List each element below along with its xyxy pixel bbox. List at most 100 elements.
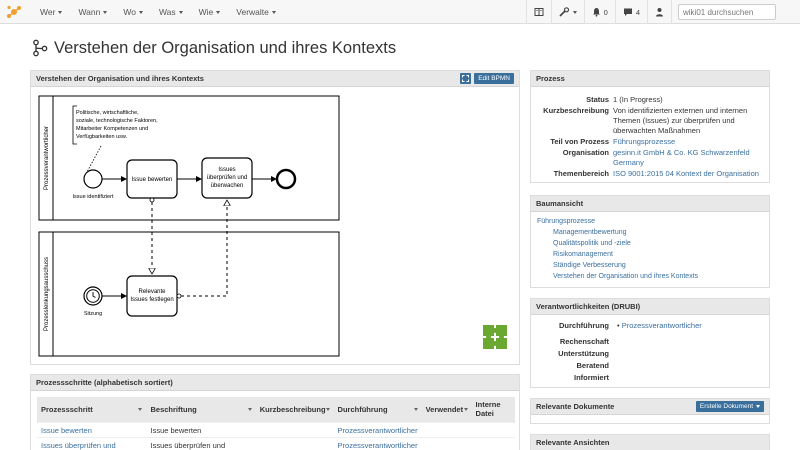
caret-down-icon bbox=[58, 10, 63, 14]
lane1-label: Prozessverantwortlicher bbox=[44, 126, 50, 190]
tree-item[interactable]: Ständige Verbesserung bbox=[553, 262, 626, 269]
message-flow[interactable] bbox=[150, 197, 154, 274]
comments-count: 4 bbox=[635, 7, 640, 17]
task-issue-bewerten[interactable]: Issue bewerten bbox=[126, 159, 178, 199]
menu-was[interactable]: Was bbox=[151, 0, 191, 24]
tree-root-link[interactable]: Führungsprozesse bbox=[537, 218, 595, 225]
documents-panel-title: Relevante Dokumente bbox=[536, 402, 615, 411]
create-document-button[interactable]: Erstelle Dokument bbox=[695, 401, 764, 412]
annotation-line: Mitarbeiter Kompetenzen und bbox=[76, 126, 148, 132]
desc-line: Themen (Issues) zur überprüfen und bbox=[613, 116, 735, 125]
col-interne-datei[interactable]: Interne Datei bbox=[471, 397, 515, 422]
part-link[interactable]: Führungsprozesse bbox=[613, 137, 675, 146]
menu-verwalte[interactable]: Verwalte bbox=[228, 0, 284, 24]
process-icon bbox=[33, 39, 48, 57]
menu-wie[interactable]: Wie bbox=[191, 0, 229, 24]
diagram-actions: Edit BPMN bbox=[457, 73, 514, 84]
menu-wer[interactable]: Wer bbox=[32, 0, 70, 24]
main-menu: Wer Wann Wo Was Wie Verwalte bbox=[32, 0, 284, 24]
drubi-panel: Verantwortlichkeiten (DRUBI) Durchführun… bbox=[530, 298, 770, 388]
step-link[interactable]: Issue bewerten bbox=[41, 426, 92, 435]
tree-item[interactable]: Verstehen der Organisation und ihres Kon… bbox=[553, 273, 698, 280]
col-durchfuehrung[interactable]: Durchführung bbox=[333, 397, 422, 422]
user-button[interactable] bbox=[647, 0, 671, 24]
informiert-label: Informiert bbox=[573, 373, 609, 382]
lane2-label: Prozesslenkungsausschuss bbox=[44, 257, 50, 331]
col-label: Beschriftung bbox=[150, 404, 197, 414]
col-label: Interne Datei bbox=[475, 400, 501, 419]
menu-label: Verwalte bbox=[236, 7, 269, 17]
start-event-label: Issue identifiziert bbox=[73, 194, 114, 200]
step-desc bbox=[255, 421, 334, 437]
book-button[interactable] bbox=[525, 0, 551, 24]
edit-bpmn-button[interactable]: Edit BPMN bbox=[474, 73, 514, 84]
notifications-count: 0 bbox=[603, 7, 608, 17]
country-link[interactable]: Germany bbox=[613, 158, 644, 167]
step-owner-link[interactable]: Prozessverantwortlicher bbox=[338, 426, 418, 435]
comments-button[interactable]: 4 bbox=[614, 0, 647, 24]
menu-wo[interactable]: Wo bbox=[115, 0, 151, 24]
tree-item[interactable]: Qualitätspolitik und -ziele bbox=[553, 240, 631, 247]
task-issues-ueberpruefen[interactable]: Issues überprüfen und überwachen bbox=[201, 157, 253, 199]
start-event[interactable]: Issue identifiziert bbox=[73, 169, 114, 200]
diagram-panel-header: Verstehen der Organisation und ihres Kon… bbox=[31, 71, 519, 87]
menu-label: Wo bbox=[123, 7, 136, 17]
step-owner-link[interactable]: Prozessverantwortlicher bbox=[338, 441, 418, 450]
diagram-panel: Verstehen der Organisation und ihres Kon… bbox=[30, 70, 520, 365]
create-document-label: Erstelle Dokument bbox=[699, 403, 753, 410]
bpmn-diagram[interactable]: Prozessverantwortlicher Prozesslenkungsa… bbox=[31, 88, 519, 364]
informiert-row: Informiert bbox=[531, 373, 771, 382]
col-prozessschritt[interactable]: Prozessschritt bbox=[37, 397, 147, 422]
org-row: Organisation gesinn.it GmbH & Co. KG Sch… bbox=[531, 148, 771, 168]
drubi-panel-title: Verantwortlichkeiten (DRUBI) bbox=[536, 302, 641, 311]
step-file bbox=[471, 436, 515, 450]
caret-down-icon bbox=[178, 10, 183, 14]
wiki-logo-icon[interactable] bbox=[6, 4, 22, 20]
step-label: Issue bewerten bbox=[146, 421, 256, 437]
timer-event-label: Sitzung bbox=[84, 311, 102, 317]
tools-button[interactable] bbox=[550, 0, 584, 24]
step-link[interactable]: Issues überprüfen und bbox=[41, 441, 116, 450]
wrench-icon bbox=[559, 7, 569, 17]
steps-table: Prozessschritt Beschriftung Kurzbeschrei… bbox=[37, 397, 515, 450]
expand-icon bbox=[462, 75, 470, 82]
fullscreen-button[interactable] bbox=[460, 73, 472, 84]
col-beschriftung[interactable]: Beschriftung bbox=[146, 397, 256, 422]
table-row: Issues überprüfen und Issues überprüfen … bbox=[37, 436, 515, 450]
menu-label: Wann bbox=[78, 7, 101, 17]
durchfuehrung-link[interactable]: Prozessverantwortlicher bbox=[622, 321, 702, 330]
menu-label: Wer bbox=[40, 7, 56, 17]
topic-link[interactable]: ISO 9001:2015 04 Kontext der Organisatio… bbox=[613, 169, 759, 178]
caret-down-icon bbox=[271, 10, 276, 14]
task2-label: Issues bbox=[218, 167, 235, 173]
caret-down-icon bbox=[216, 10, 221, 14]
sort-icon bbox=[138, 407, 143, 411]
menu-label: Was bbox=[158, 7, 176, 17]
caret-down-icon bbox=[756, 405, 760, 408]
page-title: Verstehen der Organisation und ihres Kon… bbox=[32, 36, 396, 60]
end-event[interactable] bbox=[275, 168, 297, 190]
step-used bbox=[421, 421, 472, 437]
step-desc bbox=[255, 436, 334, 450]
desc-row: Kurzbeschreibung Von identifizierten ext… bbox=[531, 106, 771, 136]
col-label: Durchführung bbox=[337, 404, 388, 414]
menu-wann[interactable]: Wann bbox=[70, 0, 115, 24]
diagram-panel-title: Verstehen der Organisation und ihres Kon… bbox=[36, 74, 204, 83]
search-input[interactable] bbox=[678, 4, 776, 20]
puzzle-icon[interactable] bbox=[483, 325, 507, 349]
annotation-line: Verfügbarkeiten usw. bbox=[76, 134, 128, 140]
message-flow[interactable] bbox=[176, 200, 227, 299]
step-used bbox=[421, 436, 472, 450]
notifications-button[interactable]: 0 bbox=[583, 0, 615, 24]
task2-label: überwachen bbox=[211, 183, 244, 189]
timer-start-event[interactable]: Sitzung bbox=[83, 286, 103, 317]
topic-row: Themenbereich ISO 9001:2015 04 Kontext d… bbox=[531, 169, 771, 179]
beratend-row: Beratend bbox=[531, 361, 771, 370]
tree-item[interactable]: Risikomanagement bbox=[553, 251, 613, 258]
col-kurzbeschreibung[interactable]: Kurzbeschreibung bbox=[255, 397, 334, 422]
tree-item[interactable]: Managementbewertung bbox=[553, 229, 627, 236]
process-panel: Prozess Status 1 (In Progress) Kurzbesch… bbox=[530, 70, 770, 183]
task-relevante-issues[interactable]: Relevante Issues festlegen bbox=[126, 275, 178, 317]
org-link[interactable]: gesinn.it GmbH & Co. KG Schwarzenfeld bbox=[613, 148, 750, 157]
col-verwendet[interactable]: Verwendet bbox=[421, 397, 472, 422]
